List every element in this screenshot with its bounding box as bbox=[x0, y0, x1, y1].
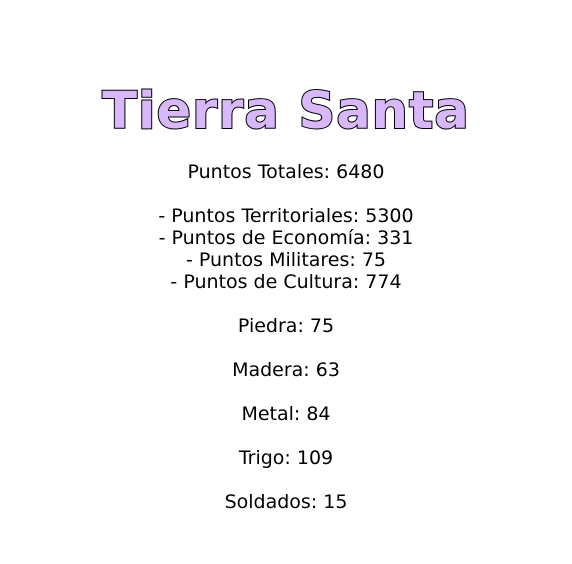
total-points: Puntos Totales: 6480 bbox=[187, 161, 385, 183]
stats-block: Puntos Totales: 6480 - Puntos Territoria… bbox=[0, 161, 572, 513]
stone-resource: Piedra: 75 bbox=[237, 315, 335, 337]
wood-resource: Madera: 63 bbox=[232, 359, 340, 381]
wheat-resource: Trigo: 109 bbox=[238, 447, 334, 469]
soldiers-count: Soldados: 15 bbox=[224, 491, 348, 513]
faction-title: Tierra Santa bbox=[101, 81, 470, 142]
military-points: - Puntos Militares: 75 bbox=[185, 249, 387, 271]
metal-resource: Metal: 84 bbox=[241, 403, 331, 425]
territorial-points: - Puntos Territoriales: 5300 bbox=[158, 205, 414, 227]
faction-summary-card: Tierra Santa Puntos Totales: 6480 - Punt… bbox=[0, 0, 572, 564]
culture-points: - Puntos de Cultura: 774 bbox=[170, 271, 402, 293]
economy-points: - Puntos de Economía: 331 bbox=[158, 227, 414, 249]
